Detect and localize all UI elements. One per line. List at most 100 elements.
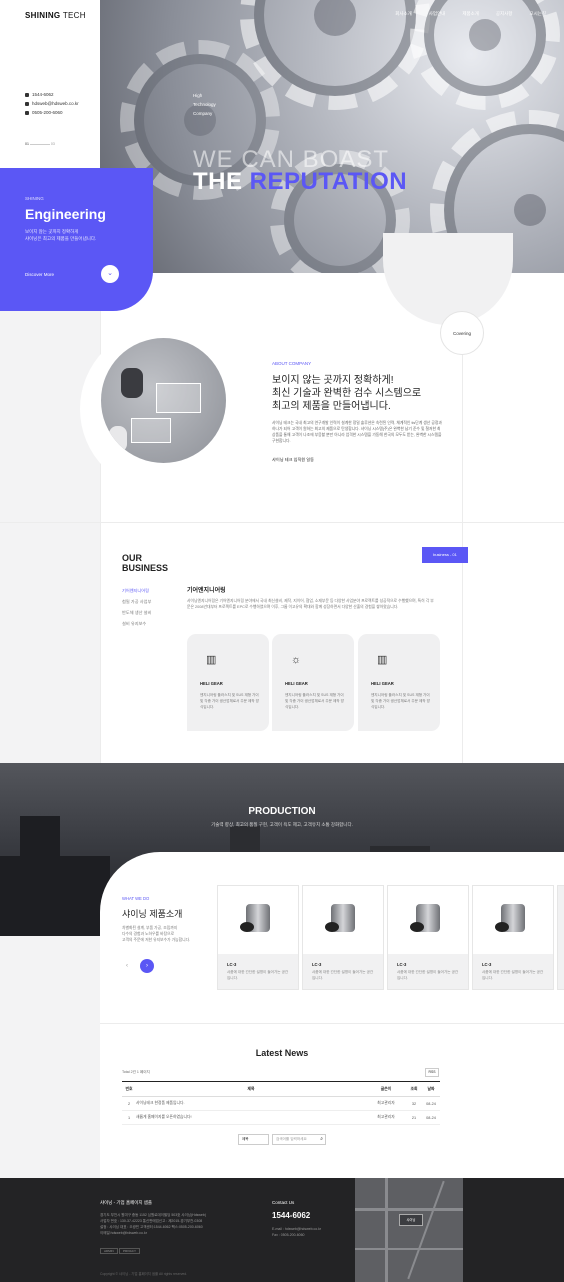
next-arrow-icon[interactable]: ›: [140, 959, 154, 973]
card-title: HELI GEAR: [371, 681, 394, 686]
card-title: HELI GEAR: [200, 681, 223, 686]
footer-phone: 1544-6062: [272, 1211, 311, 1220]
product-desc: 샤품에 대한 간단한 설명이 들어가는 공간입니다.: [482, 970, 544, 980]
engineering-panel: SHINING Engineering 보이지 않는 곳까지 정확하게 샤이닝은 …: [0, 168, 153, 311]
decor-arc: [383, 233, 513, 325]
guide-line: [100, 273, 101, 763]
business-card[interactable]: ☼ HELI GEAR 엔지니어링 플러스치 및 SUS 재형 가이 및 각종 …: [272, 634, 354, 731]
product-image: [303, 886, 383, 954]
table-row[interactable]: 1 새롭게 홈페이지를 오픈하였습니다! 최고관리자 21 08-24: [122, 1110, 440, 1125]
prev-arrow-icon[interactable]: ‹: [120, 959, 134, 973]
business-menu-item[interactable]: 기어엔지니어링: [122, 585, 151, 596]
business-card[interactable]: ▥ HELI GEAR 엔지니어링 플러스치 및 SUS 재형 가이 및 각종 …: [358, 634, 440, 731]
footer-address: 경기도 부천시 원미구 중동 1152 심원로데이필딩 503호 샤이닝(Hds…: [100, 1213, 206, 1235]
cell-title[interactable]: 새롭게 홈페이지를 오픈하였습니다!: [136, 1110, 366, 1125]
engineering-kicker: SHINING: [25, 196, 44, 201]
product-image: [218, 886, 298, 954]
covering-badge[interactable]: Covering: [440, 311, 484, 355]
cell-date: 08-24: [422, 1110, 440, 1125]
business-heading: OUR BUSINESS: [122, 553, 169, 573]
what-text: 차별화된 설계, 부품 가공, 조립까지 다수의 경험과 노하우를 바탕으로 고객의…: [122, 926, 191, 942]
chart-icon: ▥: [206, 654, 217, 666]
cell-author: 최고관리자: [366, 1096, 406, 1111]
engineering-title: Engineering: [25, 206, 106, 222]
col-author: 글쓴이: [366, 1081, 406, 1097]
card-title: HELI GEAR: [285, 681, 308, 686]
business-menu-item[interactable]: 반도체 생산 설비: [122, 607, 151, 618]
news-table: 번호 제목 글쓴이 조회 날짜 2 샤이닝테크 한정품 제품입니다. 최고관리자…: [122, 1081, 440, 1125]
business-text: 샤이닝엔지니어링은 기어엔지니어링 분야에서 국내 최신설비, 제작, 지이어,…: [187, 599, 434, 609]
cell-no: 1: [122, 1110, 136, 1125]
cell-views: 21: [406, 1110, 422, 1125]
cell-date: 08-24: [422, 1096, 440, 1111]
cell-author: 최고관리자: [366, 1110, 406, 1125]
business-menu-item[interactable]: 첨밀 가공 사업부: [122, 596, 151, 607]
site-logo[interactable]: SHINING TECH: [25, 11, 86, 20]
contact-phone: 1544-6062: [32, 92, 54, 97]
product-desc: 샤품에 대한 간단한 설명이 들어가는 공간입니다.: [227, 970, 289, 980]
product-title: LC-3: [482, 962, 492, 967]
product-card-partial: [557, 885, 564, 990]
discover-more-link[interactable]: Discover More: [25, 272, 54, 277]
divider: [100, 1023, 564, 1024]
product-desc: 샤품에 대한 간단한 설명이 들어가는 공간입니다.: [397, 970, 459, 980]
card-desc: 엔지니어링 플러스치 및 SUS 재형 가이 및 각종 가이 생산업체로서 주문…: [371, 693, 430, 709]
product-title: LC-3: [227, 962, 237, 967]
mail-icon: [25, 101, 29, 106]
copyright: Copyright © 샤이닝 - 기업 홈페이지 샘플 All rights …: [100, 1272, 188, 1276]
nav-item-notice[interactable]: 공지사항: [496, 11, 513, 17]
cell-views: 32: [406, 1096, 422, 1111]
news-search: 제목 검색어를 입력하세요 ⌕: [238, 1134, 326, 1145]
map-pin: 샤이닝: [399, 1214, 423, 1226]
divider: [0, 522, 564, 523]
business-tab[interactable]: business - 01: [422, 547, 468, 563]
product-card[interactable]: LC-3 샤품에 대한 간단한 설명이 들어가는 공간입니다.: [472, 885, 554, 990]
card-desc: 엔지니어링 플러스치 및 SUS 재형 가이 및 각종 가이 생산업체로서 주문…: [285, 693, 344, 709]
production-subtitle: 기술력 향상, 최고의 품질 구현, 고객이 욕도 제고, 고객유치 소통 강화…: [211, 822, 353, 827]
chevron-down-icon[interactable]: ⌄: [101, 265, 119, 283]
nav-item-products[interactable]: 제품소개: [462, 11, 479, 17]
hero-subtitle: High Technology Company: [193, 93, 216, 116]
admin-button[interactable]: ADMIN: [100, 1248, 118, 1254]
production-title: PRODUCTION: [248, 806, 316, 817]
chart-icon: ▥: [377, 654, 388, 666]
footer-company: 샤이닝 - 기업 홈페이지 샘플: [100, 1200, 153, 1205]
col-date: 날짜: [422, 1081, 440, 1097]
contact-fax: 0505-200-6060: [32, 110, 63, 115]
search-input[interactable]: 검색어를 입력하세요: [272, 1134, 326, 1145]
contact-info: 1544-6062 hdsweb@hdsweb.co.kr 0505-200-6…: [25, 90, 79, 117]
table-header: 번호 제목 글쓴이 조회 날짜: [122, 1081, 440, 1097]
about-signature: 샤이닝 테크 임직원 일동: [272, 457, 315, 462]
rss-button[interactable]: RSS: [425, 1068, 439, 1077]
phone-icon: [25, 92, 29, 97]
about-text: 샤이닝 테크는 국내 최고의 연구개발 인력이 설계한 정밀 솔루션은 숙련된 …: [272, 421, 442, 443]
contact-email[interactable]: hdsweb@hdsweb.co.kr: [32, 99, 79, 108]
nav-item-location[interactable]: 오시는길: [529, 11, 546, 17]
privacy-button[interactable]: PRIVACY: [119, 1248, 140, 1254]
product-card[interactable]: LC-3 샤품에 대한 간단한 설명이 들어가는 공간입니다.: [302, 885, 384, 990]
cell-title[interactable]: 샤이닝테크 한정품 제품입니다.: [136, 1096, 366, 1111]
location-map[interactable]: 샤이닝: [355, 1178, 463, 1282]
search-icon[interactable]: ⌕: [320, 1136, 323, 1142]
search-select[interactable]: 제목: [238, 1134, 269, 1145]
news-title: Latest News: [255, 1048, 309, 1058]
product-title: LC-3: [397, 962, 407, 967]
slide-pager[interactable]: 01 03: [25, 142, 55, 146]
table-row[interactable]: 2 샤이닝테크 한정품 제품입니다. 최고관리자 32 08-24: [122, 1096, 440, 1111]
business-menu: 기어엔지니어링 첨밀 가공 사업부 반도체 생산 설비 설비 유지보수: [122, 585, 151, 629]
product-title: LC-3: [312, 962, 322, 967]
hero-line-2: THE REPUTATION: [193, 168, 408, 195]
product-card[interactable]: LC-3 샤품에 대한 간단한 설명이 들어가는 공간입니다.: [217, 885, 299, 990]
business-card[interactable]: ▥ HELI GEAR 엔지니어링 플러스치 및 SUS 재형 가이 및 각종 …: [187, 634, 269, 731]
card-desc: 엔지니어링 플러스치 및 SUS 재형 가이 및 각종 가이 생산업체로서 주문…: [200, 693, 259, 709]
product-desc: 샤품에 대한 간단한 설명이 들어가는 공간입니다.: [312, 970, 374, 980]
nav-item-about[interactable]: 회사소개: [395, 11, 412, 17]
about-kicker: ABOUT COMPANY: [272, 361, 312, 366]
business-menu-item[interactable]: 설비 유지보수: [122, 618, 151, 629]
about-heading: 보이지 않는 곳까지 정확하게! 최신 기술과 완벽한 검수 시스템으로 최고의 제…: [272, 375, 422, 412]
product-image: [388, 886, 468, 954]
what-title: 샤이닝 제품소개: [122, 909, 183, 919]
product-image: [473, 886, 553, 954]
product-card[interactable]: LC-3 샤품에 대한 간단한 설명이 들어가는 공간입니다.: [387, 885, 469, 990]
nav-item-business[interactable]: 사업안내: [429, 11, 446, 17]
